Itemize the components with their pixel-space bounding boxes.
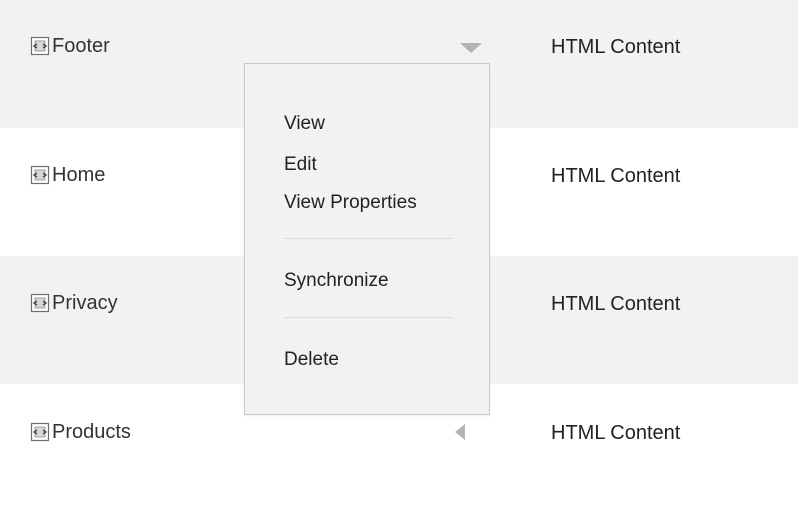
row-name-label: Privacy (52, 291, 118, 314)
row-name[interactable]: Privacy (30, 291, 118, 315)
row-name[interactable]: Footer (30, 34, 110, 58)
menu-divider (284, 317, 453, 318)
row-type: HTML Content (551, 36, 681, 58)
row-name-label: Footer (52, 34, 110, 57)
context-menu: View Edit View Properties Synchronize De… (244, 63, 490, 415)
menu-item-view-properties[interactable]: View Properties (284, 192, 417, 214)
row-type: HTML Content (551, 293, 681, 315)
row-name-label: Products (52, 420, 131, 443)
row-name-label: Home (52, 163, 106, 186)
row-name[interactable]: Products (30, 420, 131, 444)
menu-item-delete[interactable]: Delete (284, 349, 339, 371)
row-type: HTML Content (551, 422, 681, 444)
menu-item-synchronize[interactable]: Synchronize (284, 270, 389, 292)
triangle-left-icon[interactable] (453, 422, 467, 442)
menu-divider (284, 238, 453, 239)
html-document-icon (30, 293, 50, 313)
menu-item-edit[interactable]: Edit (284, 154, 317, 176)
row-name[interactable]: Home (30, 163, 105, 187)
menu-item-view[interactable]: View (284, 113, 325, 135)
html-document-icon (30, 165, 50, 185)
row-type: HTML Content (551, 165, 681, 187)
dropdown-arrow-icon[interactable] (459, 41, 483, 55)
html-document-icon (30, 36, 50, 56)
html-document-icon (30, 422, 50, 442)
